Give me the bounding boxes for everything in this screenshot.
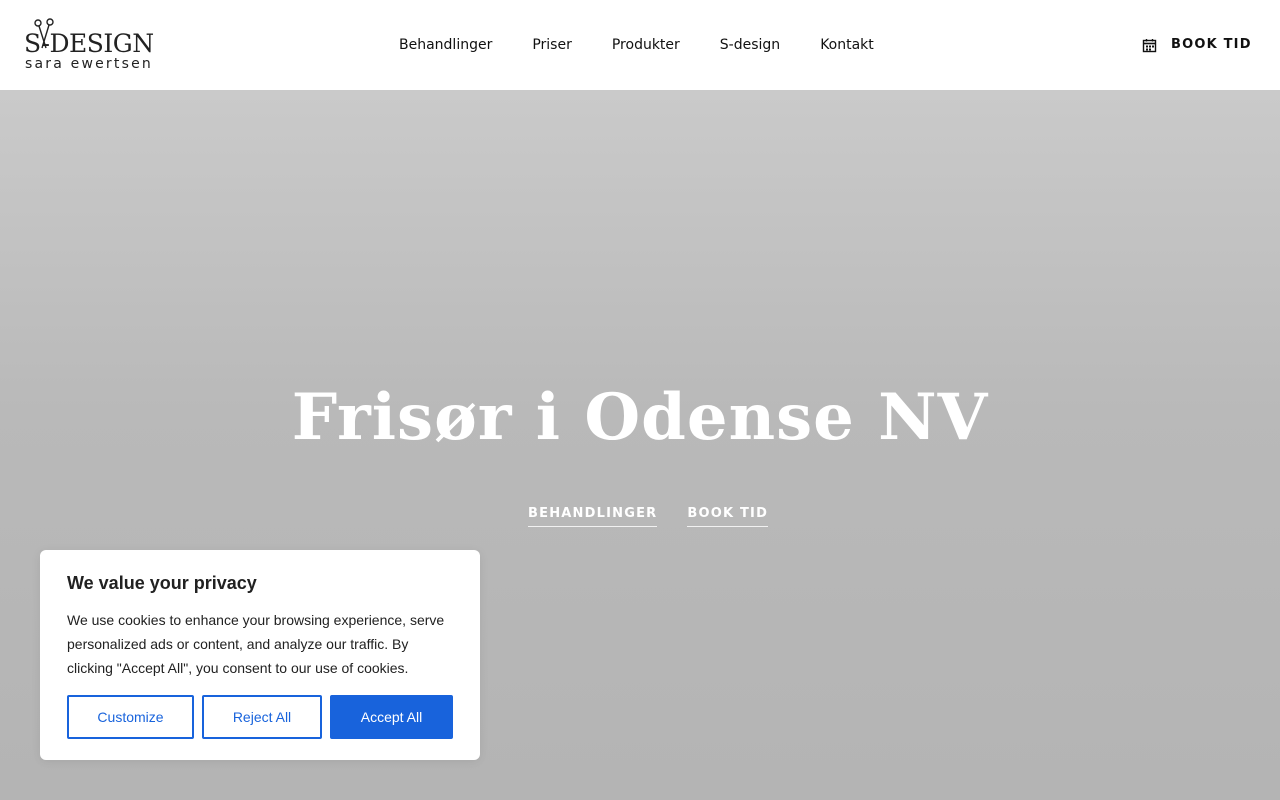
reject-all-button[interactable]: Reject All (202, 695, 322, 739)
hero-title: Frisør i Odense NV (291, 380, 989, 455)
nav-item-behandlinger[interactable]: Behandlinger (399, 36, 492, 54)
book-appointment-label: BOOK TID (1171, 37, 1252, 52)
main-nav: Behandlinger Priser Produkter S-design K… (399, 36, 874, 54)
site-logo[interactable]: S-DESIGN sara ewertsen (24, 18, 169, 74)
cookie-consent-banner: We value your privacy We use cookies to … (40, 550, 480, 760)
accept-all-button[interactable]: Accept All (330, 695, 453, 739)
nav-item-produkter[interactable]: Produkter (612, 36, 680, 54)
nav-item-s-design[interactable]: S-design (720, 36, 780, 54)
hero-link-book-tid[interactable]: BOOK TID (687, 505, 769, 527)
cookie-title: We value your privacy (67, 573, 257, 593)
logo-main-text: S-DESIGN (24, 29, 154, 58)
calendar-icon (1142, 38, 1157, 52)
cookie-buttons: Customize Reject All Accept All (67, 695, 453, 739)
site-header: S-DESIGN sara ewertsen Behandlinger Pris… (0, 0, 1280, 90)
nav-item-priser[interactable]: Priser (532, 36, 572, 54)
book-appointment-button[interactable]: BOOK TID (1142, 36, 1252, 54)
cookie-description: We use cookies to enhance your browsing … (67, 612, 445, 676)
nav-item-kontakt[interactable]: Kontakt (820, 36, 874, 54)
logo-sub-text: sara ewertsen (25, 56, 153, 72)
hero-link-behandlinger[interactable]: BEHANDLINGER (528, 505, 658, 527)
customize-button[interactable]: Customize (67, 695, 194, 739)
hero-links: BEHANDLINGER BOOK TID (528, 505, 769, 527)
